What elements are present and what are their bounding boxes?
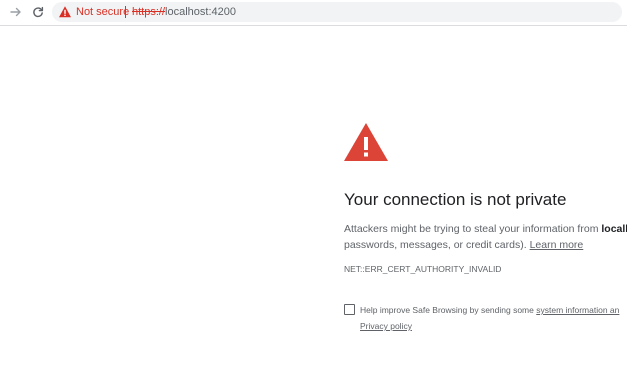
privacy-policy-row: Privacy policy	[360, 321, 412, 332]
safe-browsing-checkbox[interactable]	[344, 304, 355, 315]
learn-more-link[interactable]: Learn more	[530, 239, 584, 251]
description-text-2: passwords, messages, or credit cards).	[344, 239, 530, 251]
description-line-1: Attackers might be trying to steal your …	[344, 221, 627, 237]
forward-arrow-icon[interactable]	[8, 4, 24, 20]
reload-icon[interactable]	[30, 4, 46, 20]
description-host: localho	[601, 223, 627, 235]
warning-description: Attackers might be trying to steal your …	[344, 221, 627, 253]
safe-browsing-text: Help improve Safe Browsing by sending so…	[360, 305, 537, 315]
security-status-label[interactable]: Not secure	[76, 5, 129, 19]
page-title: Your connection is not private	[344, 190, 567, 209]
address-bar[interactable]: Not secure https://localhost:4200	[52, 2, 622, 22]
description-line-2: passwords, messages, or credit cards). L…	[344, 237, 627, 253]
interstitial-page: Your connection is not private Attackers…	[0, 26, 627, 376]
warning-triangle-icon	[343, 122, 389, 162]
error-code: NET::ERR_CERT_AUTHORITY_INVALID	[344, 264, 502, 274]
url-text[interactable]: https://localhost:4200	[132, 5, 236, 19]
privacy-policy-link[interactable]: Privacy policy	[360, 321, 412, 331]
browser-toolbar: Not secure https://localhost:4200	[0, 0, 627, 26]
description-text: Attackers might be trying to steal your …	[344, 223, 602, 235]
url-host: localhost:4200	[165, 6, 236, 18]
warning-triangle-icon[interactable]	[58, 5, 72, 19]
omnibox-divider	[125, 6, 126, 18]
system-information-link[interactable]: system information an	[536, 305, 619, 315]
url-scheme: https://	[132, 6, 166, 18]
safe-browsing-label[interactable]: Help improve Safe Browsing by sending so…	[360, 305, 619, 316]
